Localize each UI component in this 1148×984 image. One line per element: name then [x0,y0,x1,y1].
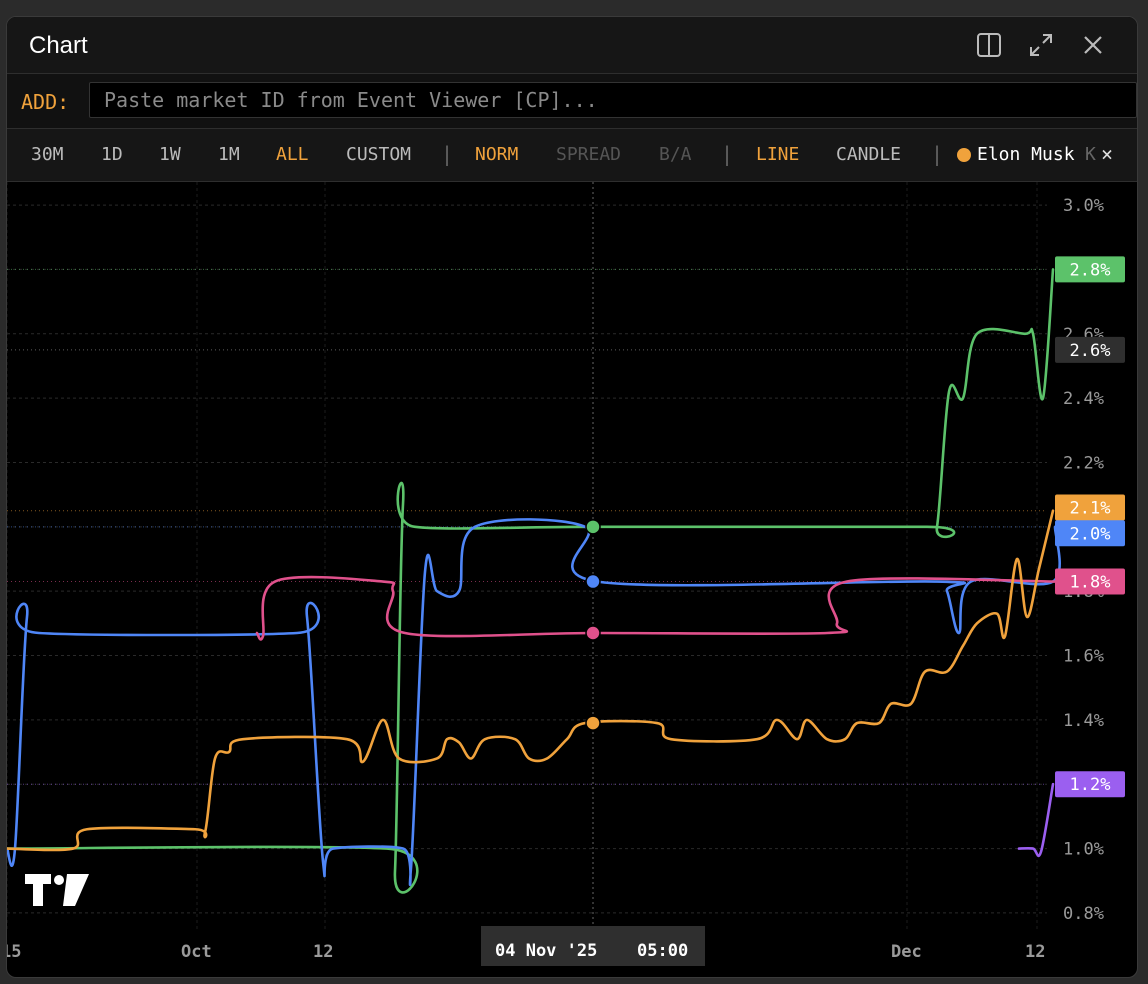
x-tick-label: Dec [891,942,922,962]
window-title: Chart [29,32,88,59]
price-label: 1.8% [1070,573,1111,593]
price-label: 2.0% [1070,524,1111,544]
toolbar-separator: | [931,142,944,166]
range-1w-button[interactable]: 1W [159,144,181,165]
line-chart[interactable]: 3.0% 2.8% 2.6% 2.4% 2.2% 2.0% 1.8% 1.6% 1.4% 1.2%… [7,182,1137,977]
market-chip-label[interactable]: Elon Musk [977,144,1075,165]
market-id-input[interactable] [89,82,1137,118]
crosshair-time: 05:00 [637,941,688,961]
toolbar-separator: | [441,142,454,166]
series-line [7,509,1055,852]
add-market-bar: ADD: [7,74,1137,129]
price-label: 2.6% [1070,341,1111,361]
toolbar-separator: | [721,142,734,166]
market-chip-extra: K [1085,144,1096,165]
market-color-dot [957,148,971,162]
chart-window: Chart ADD: 30M 1D 1W 1M ALL CUSTOM | NOR… [6,16,1138,978]
crosshair-marker [585,625,601,641]
series-line [255,575,1057,641]
price-label: 2.8% [1070,260,1111,280]
y-tick-label: 2.2% [1063,453,1104,473]
range-30m-button[interactable]: 30M [31,144,64,165]
range-all-button[interactable]: ALL [276,144,309,165]
chart-toolbar: 30M 1D 1W 1M ALL CUSTOM | NORM SPREAD B/… [7,129,1137,182]
x-tick-label: Oct [181,942,212,962]
mode-spread-button[interactable]: SPREAD [556,144,621,165]
price-label: 2.1% [1070,499,1111,519]
y-tick-label: 0.8% [1063,904,1104,924]
crosshair-marker [585,715,601,731]
y-tick-label: 3.0% [1063,196,1104,216]
y-tick-label: 1.6% [1063,647,1104,667]
x-tick-label: 12 [313,942,333,962]
y-tick-label: 1.4% [1063,711,1104,731]
x-tick-label: 12 [1025,942,1045,962]
y-tick-label: 1.0% [1063,840,1104,860]
x-tick-label: 15 [7,942,21,962]
mode-norm-button[interactable]: NORM [475,144,518,165]
mode-ba-button[interactable]: B/A [659,144,692,165]
split-view-icon[interactable] [975,31,1003,59]
add-label: ADD: [21,90,70,114]
expand-icon[interactable] [1027,31,1055,59]
remove-market-icon[interactable]: × [1101,142,1113,166]
style-line-button[interactable]: LINE [756,144,799,165]
y-tick-label: 2.4% [1063,389,1104,409]
range-custom-button[interactable]: CUSTOM [346,144,411,165]
chart-plot-area[interactable]: 3.0% 2.8% 2.6% 2.4% 2.2% 2.0% 1.8% 1.6% 1.4% 1.2%… [7,182,1137,977]
price-label: 1.2% [1070,775,1111,795]
close-icon[interactable] [1079,31,1107,59]
tradingview-logo [25,874,89,906]
range-1m-button[interactable]: 1M [218,144,240,165]
series-line [1017,782,1055,858]
crosshair-marker [585,573,601,590]
style-candle-button[interactable]: CANDLE [836,144,901,165]
series-line [7,518,1061,887]
range-1d-button[interactable]: 1D [101,144,123,165]
title-bar: Chart [7,17,1137,74]
crosshair-marker [585,519,601,535]
crosshair-date: 04 Nov '25 [495,941,597,961]
